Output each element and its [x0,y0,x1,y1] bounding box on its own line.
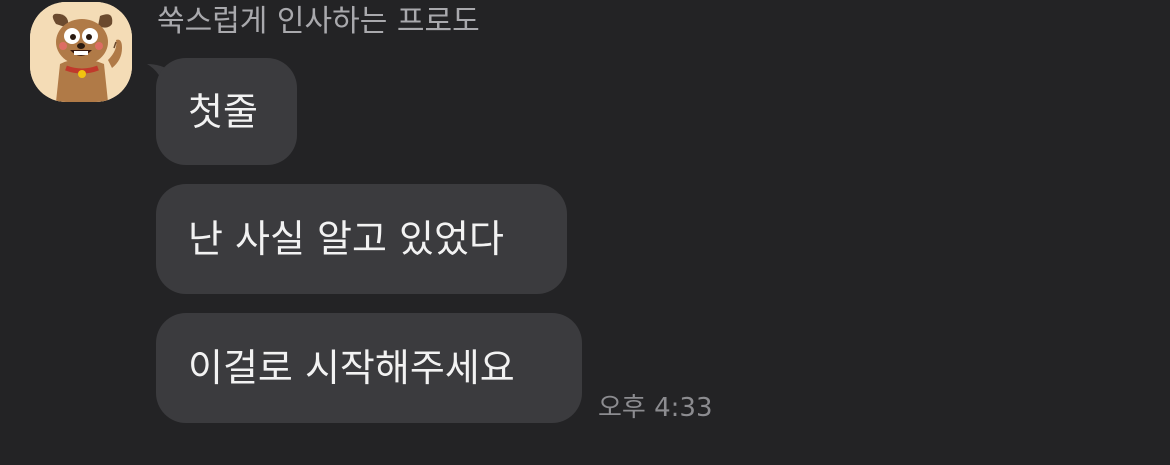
frodo-dog-avatar-icon [30,2,132,102]
message-text: 난 사실 알고 있었다 [188,217,504,261]
message-bubble[interactable]: 난 사실 알고 있었다 [156,184,567,294]
message-bubble[interactable]: 첫줄 [156,58,297,165]
message-text: 이걸로 시작해주세요 [188,346,515,390]
message-bubble[interactable]: 이걸로 시작해주세요 [156,313,582,423]
sender-name: 쑥스럽게 인사하는 프로도 [157,4,480,39]
avatar[interactable] [30,2,132,102]
message-text: 첫줄 [188,89,258,134]
message-timestamp: 오후 4:33 [598,393,713,423]
